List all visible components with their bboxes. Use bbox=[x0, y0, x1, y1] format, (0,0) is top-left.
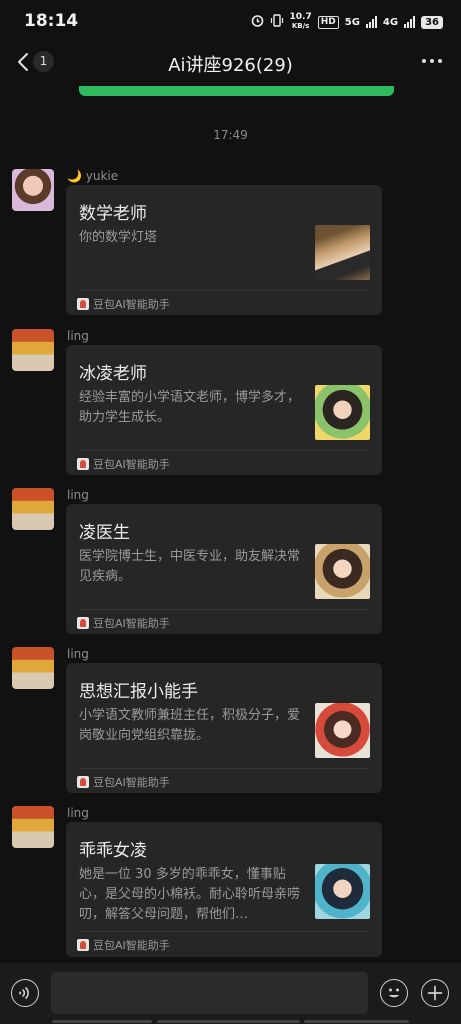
card-source-label: 豆包AI智能助手 bbox=[93, 776, 170, 789]
card-thumbnail bbox=[315, 225, 370, 280]
sender-name: 🌙 yukie bbox=[67, 169, 119, 183]
message-timestamp: 17:49 bbox=[213, 128, 248, 142]
status-icons: 10.7 KB/s HD 5G 4G 36 bbox=[251, 13, 443, 31]
card-divider bbox=[78, 450, 370, 451]
card-thumbnail bbox=[315, 864, 370, 919]
card-source: 豆包AI智能助手 bbox=[77, 615, 170, 631]
card-source-label: 豆包AI智能助手 bbox=[93, 298, 170, 311]
card-description: 医学院博士生，中医专业，助友解决常见疾病。 bbox=[79, 549, 301, 584]
voice-button[interactable] bbox=[11, 979, 39, 1007]
card-source-label: 豆包AI智能助手 bbox=[93, 617, 170, 630]
card-title: 乖乖女凌 bbox=[79, 841, 147, 861]
doubao-logo-icon bbox=[77, 617, 89, 629]
doubao-logo-icon bbox=[77, 939, 89, 951]
chat-header: 1 Ai讲座926(29) bbox=[0, 44, 461, 84]
alarm-icon bbox=[251, 14, 264, 30]
status-bar: 18:14 10.7 KB/s HD 5G 4G 36 bbox=[0, 0, 461, 44]
avatar[interactable] bbox=[12, 647, 54, 689]
avatar[interactable] bbox=[12, 488, 54, 530]
card-description: 小学语文教师兼班主任，积极分子，爱岗敬业向党组织靠拢。 bbox=[79, 708, 301, 743]
input-toolbar bbox=[0, 963, 461, 1024]
sender-name: ling bbox=[67, 488, 89, 502]
plus-icon bbox=[427, 985, 443, 1001]
doubao-logo-icon bbox=[77, 298, 89, 310]
card-title: 思想汇报小能手 bbox=[79, 682, 198, 702]
card-thumbnail bbox=[315, 703, 370, 758]
net-speed-value: 10.7 bbox=[289, 12, 312, 22]
previous-message-fragment bbox=[79, 86, 394, 96]
more-functions-button[interactable] bbox=[421, 979, 449, 1007]
sender-name: ling bbox=[67, 329, 89, 343]
emoji-icon bbox=[389, 988, 399, 998]
bot-share-card[interactable]: 凌医生 医学院博士生，中医专业，助友解决常见疾病。 豆包AI智能助手 bbox=[66, 504, 382, 634]
card-divider bbox=[78, 768, 370, 769]
card-description: 你的数学灯塔 bbox=[79, 230, 158, 245]
card-divider bbox=[78, 609, 370, 610]
card-source: 豆包AI智能助手 bbox=[77, 456, 170, 472]
bot-share-card[interactable]: 思想汇报小能手 小学语文教师兼班主任，积极分子，爱岗敬业向党组织靠拢。 豆包AI… bbox=[66, 663, 382, 793]
net-speed-unit: KB/s bbox=[291, 22, 310, 30]
signal-5g-icon bbox=[365, 16, 377, 28]
gesture-indicator bbox=[52, 1020, 409, 1023]
voice-icon bbox=[19, 987, 29, 999]
avatar[interactable] bbox=[12, 169, 54, 211]
signal-4g-icon bbox=[404, 16, 416, 28]
sender-name: ling bbox=[67, 806, 89, 820]
emoji-button[interactable] bbox=[380, 979, 408, 1007]
status-time: 18:14 bbox=[24, 11, 79, 31]
card-source: 豆包AI智能助手 bbox=[77, 937, 170, 953]
hd-badge: HD bbox=[317, 15, 339, 29]
net-speed: 10.7 KB/s bbox=[290, 13, 312, 31]
more-dots-icon bbox=[422, 59, 442, 63]
network-4g-label: 4G bbox=[382, 16, 399, 28]
battery-level: 36 bbox=[421, 15, 443, 29]
card-title: 凌医生 bbox=[79, 523, 130, 543]
network-5g-label: 5G bbox=[344, 16, 360, 28]
card-source: 豆包AI智能助手 bbox=[77, 296, 170, 312]
card-description: 她是一位 30 多岁的乖乖女，懂事贴心，是父母的小棉袄。耐心聆听母亲唠叨，解答父… bbox=[79, 867, 301, 922]
doubao-logo-icon bbox=[77, 458, 89, 470]
chat-title[interactable]: Ai讲座926(29) bbox=[0, 51, 461, 77]
card-thumbnail bbox=[315, 385, 370, 440]
card-title: 数学老师 bbox=[79, 204, 147, 224]
card-source: 豆包AI智能助手 bbox=[77, 774, 170, 790]
bot-share-card[interactable]: 乖乖女凌 她是一位 30 多岁的乖乖女，懂事贴心，是父母的小棉袄。耐心聆听母亲唠… bbox=[66, 822, 382, 957]
bot-share-card[interactable]: 数学老师 你的数学灯塔 豆包AI智能助手 bbox=[66, 185, 382, 315]
card-description: 经验丰富的小学语文老师，博学多才，助力学生成长。 bbox=[79, 390, 301, 425]
card-divider bbox=[78, 290, 370, 291]
message-input[interactable] bbox=[51, 972, 368, 1014]
card-thumbnail bbox=[315, 544, 370, 599]
sender-name: ling bbox=[67, 647, 89, 661]
avatar[interactable] bbox=[12, 806, 54, 848]
doubao-logo-icon bbox=[77, 776, 89, 788]
bot-share-card[interactable]: 冰凌老师 经验丰富的小学语文老师，博学多才，助力学生成长。 豆包AI智能助手 bbox=[66, 345, 382, 475]
card-divider bbox=[78, 931, 370, 932]
more-button[interactable] bbox=[421, 52, 443, 72]
card-source-label: 豆包AI智能助手 bbox=[93, 458, 170, 471]
vibrate-icon bbox=[270, 14, 284, 30]
card-title: 冰凌老师 bbox=[79, 364, 147, 384]
avatar[interactable] bbox=[12, 329, 54, 371]
card-source-label: 豆包AI智能助手 bbox=[93, 939, 170, 952]
